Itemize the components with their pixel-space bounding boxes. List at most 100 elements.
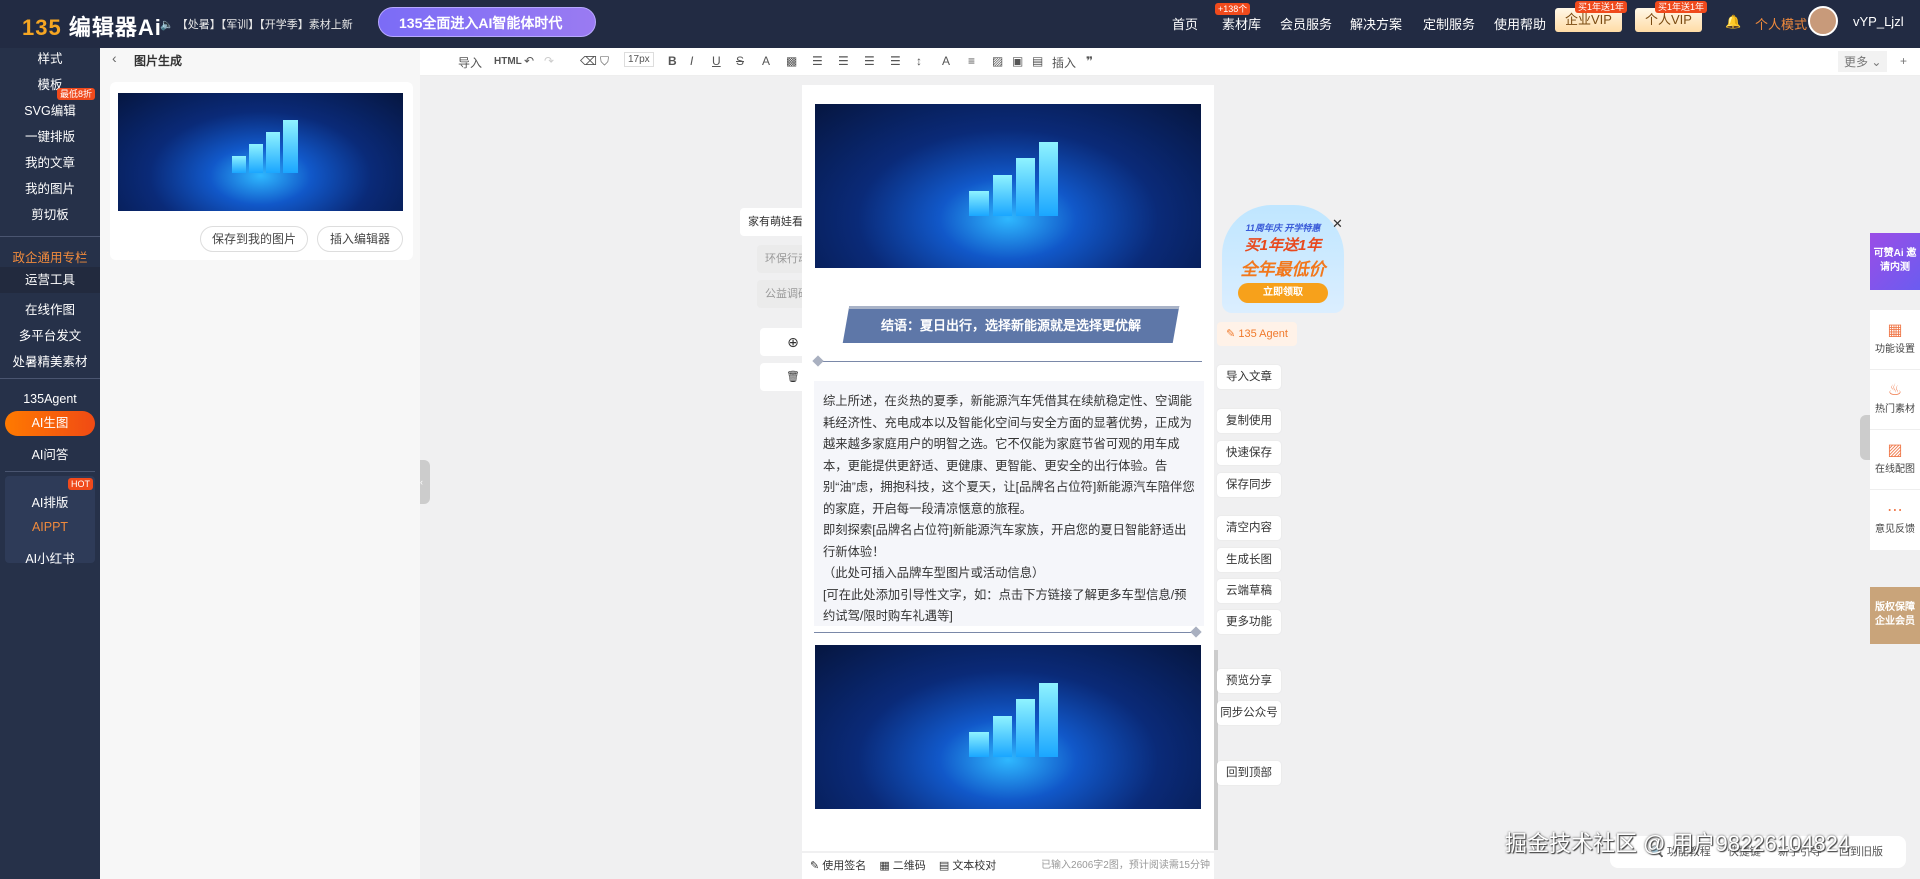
signature-button[interactable]: ✎ 使用签名	[810, 860, 866, 872]
sidebar-item-articles[interactable]: 我的文章	[0, 152, 100, 171]
rail-image[interactable]: ▨ 在线配图	[1870, 430, 1920, 490]
back-to-top-button[interactable]: 回到顶部	[1217, 761, 1281, 785]
article-text[interactable]: 综上所述，在炎热的夏季，新能源汽车凭借其在续航稳定性、空调能耗经济性、充电成本以…	[814, 381, 1204, 626]
word-count: 已输入2606字2图，预计阅读需15分钟	[1041, 860, 1210, 871]
bell-icon[interactable]: 🔔	[1725, 14, 1741, 30]
generated-image[interactable]	[118, 93, 403, 211]
pattern-icon[interactable]: ▨	[992, 54, 1003, 68]
eraser-icon[interactable]: ⌫	[580, 54, 597, 68]
discount-badge: 最低8折	[57, 88, 96, 100]
divider	[5, 471, 95, 472]
letter-spacing-icon[interactable]: A	[942, 54, 950, 68]
preview-share-button[interactable]: 预览分享	[1217, 669, 1281, 693]
sidebar-item-ops[interactable]: 运营工具	[0, 267, 100, 293]
logo[interactable]: 135 编辑器Ai	[22, 10, 162, 42]
quote-icon[interactable]: ❞	[1086, 54, 1093, 68]
save-sync-button[interactable]: 保存同步	[1217, 473, 1281, 497]
nav-custom[interactable]: 定制服务	[1423, 14, 1475, 33]
sidebar-item-clipboard[interactable]: 剪切板	[0, 204, 100, 223]
rail-settings[interactable]: ▦ 功能设置	[1870, 310, 1920, 370]
back-icon[interactable]: ‹	[112, 50, 117, 66]
align-icon[interactable]: ☰	[812, 54, 823, 68]
sidebar-item-svg[interactable]: SVG编辑	[0, 100, 100, 119]
promo-cta: 立即领取	[1238, 283, 1328, 303]
mode-switch[interactable]: 个人模式	[1755, 14, 1807, 33]
save-to-my-images-button[interactable]: 保存到我的图片	[200, 226, 308, 252]
notice-text[interactable]: 🔈 【处暑】【军训】【开学季】素材上新	[160, 16, 353, 32]
rail-collapse-handle[interactable]	[1860, 415, 1870, 460]
font-color-icon[interactable]: A	[762, 54, 770, 68]
sync-wechat-button[interactable]: 同步公众号	[1217, 701, 1281, 725]
nav-solutions[interactable]: 解决方案	[1350, 14, 1402, 33]
sidebar-item-gov[interactable]: 政企通用专栏	[0, 247, 100, 266]
copyright-banner[interactable]: 版权保障 企业会员	[1870, 587, 1920, 644]
font-size-select[interactable]: 17px	[624, 52, 654, 67]
divider	[0, 236, 100, 237]
more-menu[interactable]: 更多 ⌄	[1838, 51, 1888, 72]
strikethrough-icon[interactable]: S	[736, 54, 744, 68]
sidebar-item-images[interactable]: 我的图片	[0, 178, 100, 197]
gallery-icon[interactable]: ▤	[1032, 54, 1043, 68]
highlight-icon[interactable]: ▩	[786, 54, 797, 68]
indent-icon[interactable]: ☰	[890, 54, 901, 68]
sidebar-item-materials[interactable]: 处暑精美素材	[0, 351, 100, 370]
clear-button[interactable]: 清空内容	[1217, 516, 1281, 540]
underline-icon[interactable]: U	[712, 54, 721, 68]
spacing-after-icon[interactable]: ☰	[864, 54, 875, 68]
italic-icon[interactable]: I	[690, 54, 693, 68]
long-image-button[interactable]: 生成长图	[1217, 548, 1281, 572]
rail-feedback[interactable]: ⋯ 意见反馈	[1870, 490, 1920, 550]
sidebar-item-draw[interactable]: 在线作图	[0, 299, 100, 318]
avatar[interactable]	[1808, 6, 1838, 36]
status-bar: ✎ 使用签名 ▦ 二维码 ▤ 文本校对 已输入2606字2图，预计阅读需15分钟	[802, 853, 1214, 879]
article-image-bottom[interactable]	[815, 645, 1201, 809]
undo-icon[interactable]: ↶	[524, 54, 534, 68]
proofread-button[interactable]: ▤ 文本校对	[939, 860, 996, 872]
divider-icon[interactable]: ≡	[968, 54, 975, 68]
image-icon[interactable]: ▣	[1012, 54, 1023, 68]
top-bar: 135 编辑器Ai 🔈 【处暑】【军训】【开学季】素材上新 135全面进入AI智…	[0, 0, 1920, 48]
agent-button[interactable]: ✎ 135 Agent	[1217, 322, 1297, 346]
sidebar-item-ai-layout[interactable]: AI排版	[0, 492, 100, 511]
ai-banner[interactable]: 135全面进入AI智能体时代	[378, 7, 596, 37]
username[interactable]: vYP_Ljzl	[1853, 14, 1904, 29]
promo-banner[interactable]: 11周年庆 开学特惠 买1年送1年 全年最低价 立即领取	[1222, 205, 1344, 313]
collapse-handle[interactable]: ‹	[420, 460, 430, 504]
insert-editor-button[interactable]: 插入编辑器	[317, 226, 403, 252]
line-height-icon[interactable]: ↕	[916, 54, 922, 68]
sidebar-item-ai-xhs[interactable]: AI小红书	[0, 548, 100, 567]
nav-home[interactable]: 首页	[1172, 14, 1198, 33]
sidebar-item-ai-qa[interactable]: AI问答	[0, 444, 100, 463]
close-icon[interactable]: ✕	[1332, 216, 1343, 232]
bold-icon[interactable]: B	[668, 54, 677, 68]
editor-page[interactable]: 结语：夏日出行，选择新能源就是选择更优解 综上所述，在炎热的夏季，新能源汽车凭借…	[802, 85, 1214, 851]
import-article-button[interactable]: 导入文章	[1217, 365, 1281, 389]
more-functions-button[interactable]: 更多功能	[1217, 610, 1281, 634]
divider-line	[814, 632, 1198, 633]
import-menu[interactable]: 导入	[458, 54, 482, 71]
article-image-top[interactable]	[815, 104, 1201, 268]
nav-help[interactable]: 使用帮助	[1494, 14, 1546, 33]
quick-save-button[interactable]: 快速保存	[1217, 441, 1281, 465]
qrcode-button[interactable]: ▦ 二维码	[879, 860, 925, 872]
invite-banner[interactable]: 可赞Ai 邀请内测	[1870, 233, 1920, 290]
sidebar-item-style[interactable]: 样式	[0, 48, 100, 67]
nav-materials[interactable]: 素材库	[1222, 14, 1261, 33]
sidebar-item-agent[interactable]: 135Agent	[0, 392, 100, 406]
sidebar-item-multiplatform[interactable]: 多平台发文	[0, 325, 100, 344]
float-tab[interactable]: 家有萌娃看	[740, 208, 806, 236]
format-painter-icon[interactable]: ⛉	[600, 54, 609, 69]
nav-member[interactable]: 会员服务	[1280, 14, 1332, 33]
sidebar-item-aippt[interactable]: AIPPT	[0, 520, 100, 534]
editor-toolbar: 导入 HTML ↶ ↷ ⌫ ⛉ 17px B I U S A ▩ ☰ ☰ ☰ ☰…	[420, 48, 1920, 76]
sidebar-item-layout[interactable]: 一键排版	[0, 126, 100, 145]
rail-hot[interactable]: ♨ 热门素材	[1870, 370, 1920, 430]
copy-button[interactable]: 复制使用	[1217, 409, 1281, 433]
add-icon[interactable]: +	[1900, 54, 1907, 68]
cloud-draft-button[interactable]: 云端草稿	[1217, 579, 1281, 603]
redo-icon[interactable]: ↷	[544, 54, 554, 68]
insert-menu[interactable]: 插入	[1052, 54, 1076, 71]
html-button[interactable]: HTML	[494, 56, 522, 67]
spacing-before-icon[interactable]: ☰	[838, 54, 849, 68]
sidebar-item-ai-image[interactable]: AI生图	[5, 411, 95, 436]
